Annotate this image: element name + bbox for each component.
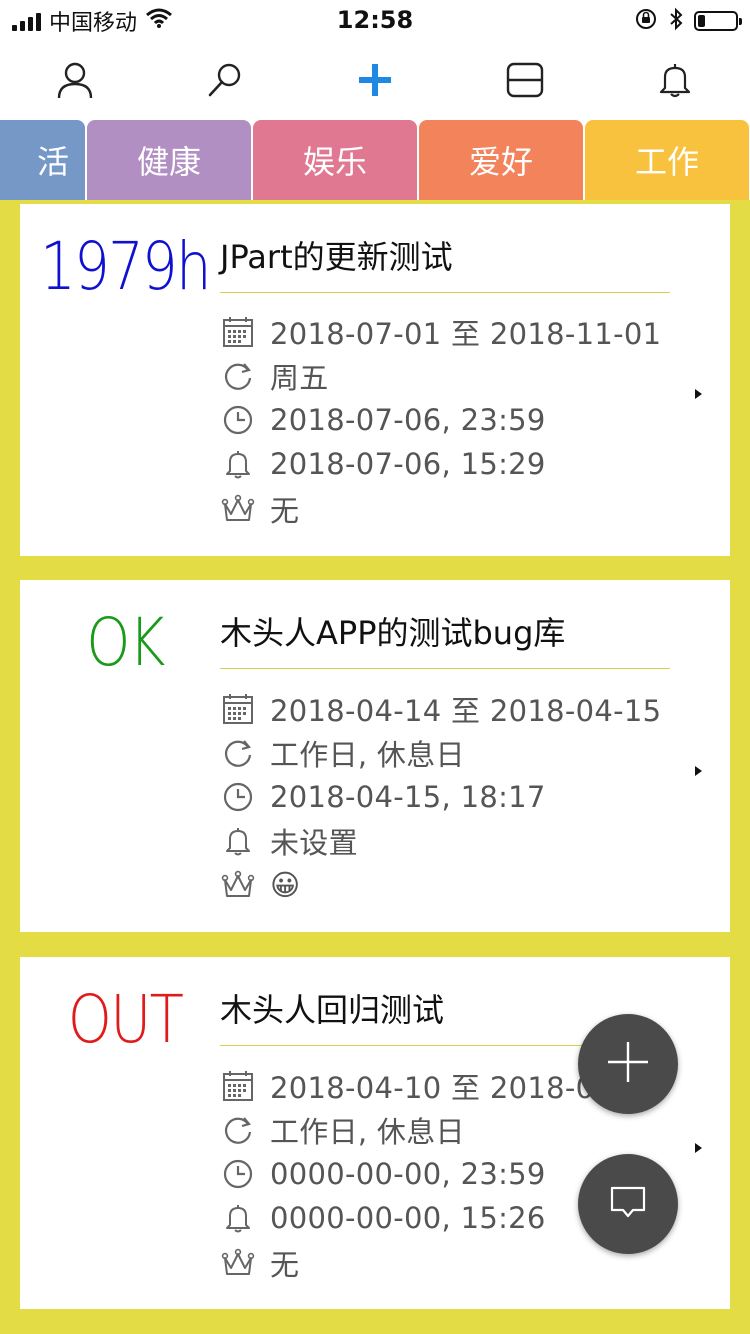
tab-label: 活 <box>36 143 69 181</box>
tab-life[interactable]: 活 <box>0 120 85 200</box>
search-icon <box>205 60 245 104</box>
time-badge: OUT <box>67 981 184 1058</box>
repeat-value: 工作日, 休息日 <box>270 738 465 772</box>
priority-value: 😀 <box>270 868 301 902</box>
notifications-button[interactable] <box>600 44 750 120</box>
clock-icon <box>220 402 256 438</box>
reminder-value: 0000-00-00, 15:26 <box>270 1201 546 1235</box>
date-range-row: 2018-07-01 至 2018-11-01 <box>220 312 680 352</box>
repeat-icon <box>220 1112 256 1148</box>
task-card[interactable]: OUT 木头人回归测试 2018-04-10 至 2018-04 工作日, 休息… <box>20 957 730 1309</box>
date-range: 2018-07-01 至 2018-11-01 <box>270 317 662 351</box>
repeat-icon <box>220 358 256 394</box>
status-icons <box>634 6 742 36</box>
add-icon <box>357 62 393 102</box>
chat-bubble-icon <box>608 1182 648 1226</box>
crown-icon <box>220 867 256 903</box>
tab-entertainment[interactable]: 娱乐 <box>253 120 417 200</box>
date-range: 2018-04-14 至 2018-04-15 <box>270 694 662 728</box>
repeat-value: 周五 <box>270 361 329 395</box>
disclosure-arrow-icon <box>695 766 702 776</box>
split-view-button[interactable] <box>450 44 600 120</box>
reminder-value: 未设置 <box>270 826 358 860</box>
tab-work[interactable]: 工作 <box>585 120 749 200</box>
date-range-row: 2018-04-14 至 2018-04-15 <box>220 689 680 729</box>
task-title: JPart的更新测试 <box>220 238 453 276</box>
rotation-lock-icon <box>634 7 658 35</box>
time-badge: OK <box>86 604 165 681</box>
bell-icon <box>655 60 695 104</box>
repeat-row: 工作日, 休息日 <box>220 733 680 773</box>
bell-icon <box>220 446 256 482</box>
add-fab-button[interactable] <box>578 1014 678 1114</box>
title-divider <box>220 292 670 293</box>
deadline-row: 2018-04-15, 18:17 <box>220 777 680 817</box>
category-tabs: 活 健康 娱乐 爱好 工作 <box>0 120 750 200</box>
split-view-icon <box>505 60 545 104</box>
calendar-icon <box>220 314 256 350</box>
priority-value: 无 <box>270 494 300 528</box>
tab-hobby[interactable]: 爱好 <box>419 120 583 200</box>
priority-row: 无 <box>220 489 680 529</box>
reminder-row: 未设置 <box>220 821 680 861</box>
deadline-value: 0000-00-00, 23:59 <box>270 1157 546 1191</box>
reminder-row: 2018-07-06, 15:29 <box>220 444 680 484</box>
time-badge: 1979h <box>40 228 212 305</box>
deadline-value: 2018-07-06, 23:59 <box>270 403 546 437</box>
bluetooth-icon <box>668 7 684 35</box>
priority-row: 😀 <box>220 865 680 905</box>
title-divider <box>220 668 670 669</box>
tab-label: 娱乐 <box>302 143 367 181</box>
repeat-row: 周五 <box>220 356 680 396</box>
crown-icon <box>220 1245 256 1281</box>
add-task-button[interactable] <box>300 44 450 120</box>
task-card[interactable]: 1979h JPart的更新测试 2018-07-01 至 2018-11-01… <box>20 204 730 556</box>
tab-label: 工作 <box>634 143 699 181</box>
message-fab-button[interactable] <box>578 1154 678 1254</box>
top-toolbar <box>0 44 750 120</box>
date-range: 2018-04-10 至 2018-04 <box>270 1071 614 1105</box>
search-button[interactable] <box>150 44 300 120</box>
disclosure-arrow-icon <box>695 389 702 399</box>
status-bar: 中国移动 12:58 <box>0 0 750 44</box>
profile-icon <box>55 60 95 104</box>
priority-value: 无 <box>270 1248 300 1282</box>
calendar-icon <box>220 1068 256 1104</box>
disclosure-arrow-icon <box>695 1143 702 1153</box>
clock-icon <box>220 779 256 815</box>
profile-button[interactable] <box>0 44 150 120</box>
bell-icon <box>220 1200 256 1236</box>
task-title: 木头人APP的测试bug库 <box>220 614 566 652</box>
tab-label: 爱好 <box>468 143 533 181</box>
deadline-row: 2018-07-06, 23:59 <box>220 400 680 440</box>
crown-icon <box>220 491 256 527</box>
tab-label: 健康 <box>136 143 201 181</box>
reminder-value: 2018-07-06, 15:29 <box>270 447 546 481</box>
tab-health[interactable]: 健康 <box>87 120 251 200</box>
deadline-value: 2018-04-15, 18:17 <box>270 780 546 814</box>
battery-icon <box>694 11 742 31</box>
repeat-icon <box>220 735 256 771</box>
clock-icon <box>220 1156 256 1192</box>
calendar-icon <box>220 691 256 727</box>
plus-icon <box>606 1040 650 1088</box>
bell-icon <box>220 823 256 859</box>
repeat-row: 工作日, 休息日 <box>220 1110 680 1150</box>
task-card[interactable]: OK 木头人APP的测试bug库 2018-04-14 至 2018-04-15… <box>20 580 730 932</box>
repeat-value: 工作日, 休息日 <box>270 1115 465 1149</box>
